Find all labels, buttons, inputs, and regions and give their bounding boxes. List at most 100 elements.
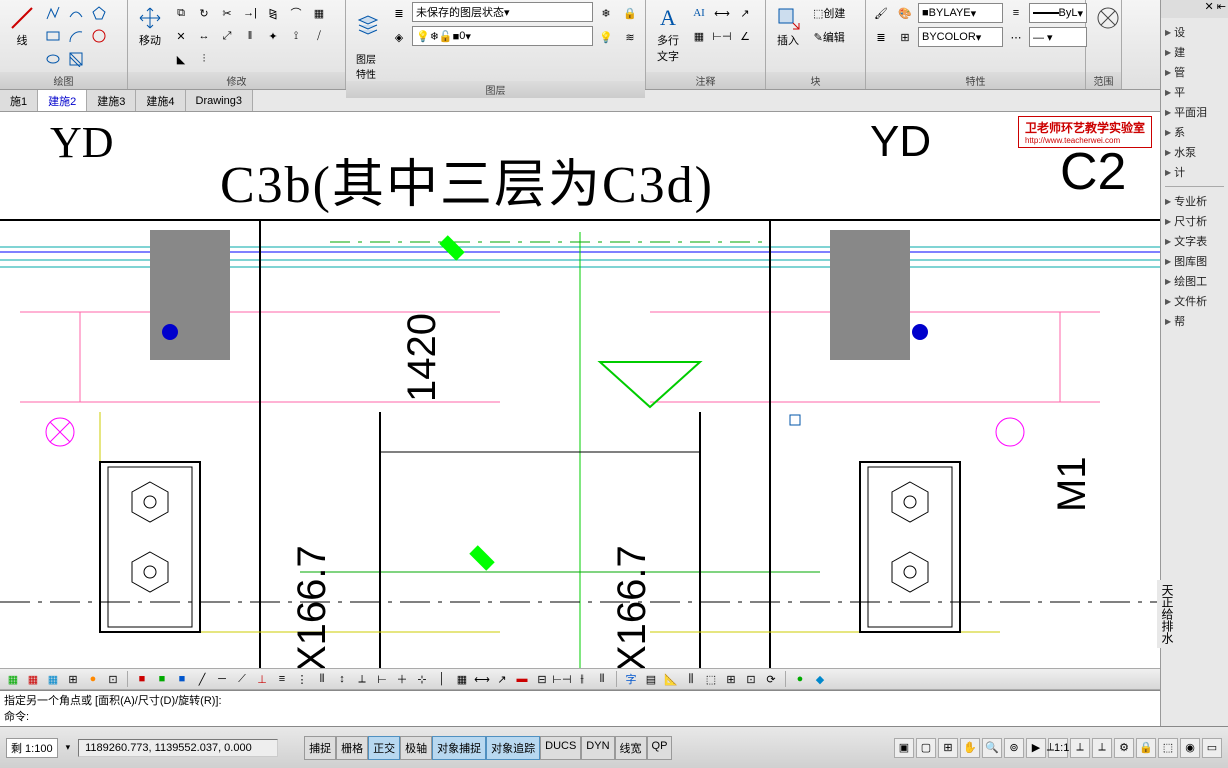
dock-btn-30[interactable]: ⫴ <box>593 670 611 688</box>
side-item-zhuanye[interactable]: 专业析 <box>1163 191 1226 211</box>
dock-btn-20[interactable]: ＋ <box>393 670 411 688</box>
dock-btn-34[interactable]: ⫼ <box>682 670 700 688</box>
dock-btn-1[interactable]: ▦ <box>4 670 22 688</box>
dock-btn-18[interactable]: ⟂ <box>353 670 371 688</box>
side-item-tuku[interactable]: 图库图 <box>1163 251 1226 271</box>
annoscale-button[interactable]: ⟂1:1 <box>1048 738 1068 758</box>
layer-off-button[interactable]: 💡 <box>595 26 617 48</box>
drawing-canvas[interactable]: YD C3b(其中三层为C3d) YD C2 1420 X166.7 X166.… <box>0 112 1160 668</box>
side-item-guan[interactable]: 管 <box>1163 62 1226 82</box>
dock-btn-8[interactable]: ■ <box>153 670 171 688</box>
side-item-jian[interactable]: 建 <box>1163 42 1226 62</box>
join-button[interactable]: ⟟ <box>285 25 307 47</box>
erase-button[interactable]: ✕ <box>170 25 192 47</box>
dock-btn-24[interactable]: ⟷ <box>473 670 491 688</box>
showmotion-button[interactable]: ▶ <box>1026 738 1046 758</box>
side-item-huitu[interactable]: 绘图工 <box>1163 271 1226 291</box>
side-panel-close[interactable]: ✕ ⇤ <box>1161 0 1228 18</box>
dock-btn-21[interactable]: ⊹ <box>413 670 431 688</box>
dock-btn-11[interactable]: ─ <box>213 670 231 688</box>
dock-btn-25[interactable]: ↗ <box>493 670 511 688</box>
array-button[interactable]: ▦ <box>308 2 330 24</box>
layer-match-button[interactable]: ≋ <box>619 26 641 48</box>
scale-button[interactable]: ⤢ <box>216 25 238 47</box>
dock-btn-33[interactable]: 📐 <box>662 670 680 688</box>
edit-block-button[interactable]: ✎ 编辑 <box>808 26 850 48</box>
dimangular-button[interactable]: ∠ <box>734 25 756 47</box>
mtext-button[interactable]: A 多行文字 <box>650 2 686 66</box>
annovis-button[interactable]: ⟂ <box>1070 738 1090 758</box>
chamfer-button[interactable]: ◣ <box>170 48 192 70</box>
mirror-button[interactable]: ⧎ <box>262 2 284 24</box>
doc-tab-5[interactable]: Drawing3 <box>186 90 253 111</box>
color-dropdown[interactable]: ■ BYLAYE▾ <box>918 3 1003 23</box>
align-button[interactable]: ⫶ <box>193 48 215 70</box>
dock-btn-19[interactable]: ⊢ <box>373 670 391 688</box>
side-item-she[interactable]: 设 <box>1163 22 1226 42</box>
dock-btn-7[interactable]: ■ <box>133 670 151 688</box>
lineweight-dropdown[interactable]: ByL▾ <box>1029 3 1087 23</box>
side-item-ping[interactable]: 平 <box>1163 82 1226 102</box>
polygon-button[interactable] <box>88 2 110 24</box>
dock-btn-31[interactable]: 字 <box>622 670 640 688</box>
steering-button[interactable]: ⊚ <box>1004 738 1024 758</box>
dock-btn-23[interactable]: ▦ <box>453 670 471 688</box>
modelspace-button[interactable]: ▣ <box>894 738 914 758</box>
dock-btn-32[interactable]: ▤ <box>642 670 660 688</box>
side-item-bang[interactable]: 帮 <box>1163 311 1226 331</box>
break-button[interactable]: ⧸ <box>308 25 330 47</box>
linetype-button[interactable]: ⋯ <box>1005 26 1027 48</box>
dock-btn-17[interactable]: ↕ <box>333 670 351 688</box>
toggle-dyn[interactable]: DYN <box>581 736 614 760</box>
explode-button[interactable]: ✦ <box>262 25 284 47</box>
trim-button[interactable]: ✂ <box>216 2 238 24</box>
dock-btn-35[interactable]: ⬚ <box>702 670 720 688</box>
linetype-icon-button[interactable]: ≡ <box>1005 2 1027 24</box>
dock-btn-10[interactable]: ╱ <box>193 670 211 688</box>
toggle-snap[interactable]: 捕捉 <box>304 736 336 760</box>
dock-btn-12[interactable]: ⟋ <box>233 670 251 688</box>
dock-btn-5[interactable]: ● <box>84 670 102 688</box>
insert-block-button[interactable]: 插入 <box>770 2 806 50</box>
dimension-button[interactable]: ⟷ <box>711 2 733 24</box>
linetype2-dropdown[interactable]: — ▾ <box>1029 27 1087 47</box>
dock-btn-37[interactable]: ⊡ <box>742 670 760 688</box>
dock-btn-3[interactable]: ▦ <box>44 670 62 688</box>
dimlinear-button[interactable]: ⊢⊣ <box>711 25 733 47</box>
copy-button[interactable]: ⧉ <box>170 2 192 24</box>
dock-btn-16[interactable]: ⫴ <box>313 670 331 688</box>
offset-button[interactable]: ‖ <box>239 25 261 47</box>
dock-btn-26[interactable]: ▬ <box>513 670 531 688</box>
arc-button[interactable] <box>65 25 87 47</box>
polyline-button[interactable] <box>42 2 64 24</box>
side-item-pingmian[interactable]: 平面泪 <box>1163 102 1226 122</box>
fillet-button[interactable]: ⌒ <box>285 2 307 24</box>
command-line[interactable]: 指定另一个角点或 [面积(A)/尺寸(D)/旋转(R)]: 命令: <box>0 690 1160 726</box>
toggle-polar[interactable]: 极轴 <box>400 736 432 760</box>
move-tool-button[interactable]: 移动 <box>132 2 168 50</box>
plotstyle-dropdown[interactable]: BYCOLOR ▾ <box>918 27 1003 47</box>
toggle-ortho[interactable]: 正交 <box>368 736 400 760</box>
layer-properties-button[interactable] <box>350 9 386 41</box>
layer-current-dropdown[interactable]: 💡❄🔓■ 0 ▾ <box>412 26 593 46</box>
match-props-button[interactable]: 🖌 <box>870 2 892 24</box>
spline-button[interactable] <box>65 2 87 24</box>
workspace-button[interactable]: ⚙ <box>1114 738 1134 758</box>
hwaccel-button[interactable]: ⬚ <box>1158 738 1178 758</box>
quickview-button[interactable]: ⊞ <box>938 738 958 758</box>
toggle-ducs[interactable]: DUCS <box>540 736 581 760</box>
dock-btn-4[interactable]: ⊞ <box>64 670 82 688</box>
toolbar-lock-button[interactable]: 🔒 <box>1136 738 1156 758</box>
dock-btn-29[interactable]: ⫲ <box>573 670 591 688</box>
toggle-grid[interactable]: 栅格 <box>336 736 368 760</box>
dock-btn-40[interactable]: ◆ <box>811 670 829 688</box>
scale-display[interactable]: 剩 1:100 <box>6 738 58 758</box>
isolate-button[interactable]: ◉ <box>1180 738 1200 758</box>
layer-state-dropdown[interactable]: 未保存的图层状态 ▾ <box>412 2 593 22</box>
doc-tab-2[interactable]: 建施2 <box>38 90 87 111</box>
scope-button[interactable] <box>1090 2 1126 34</box>
dock-btn-6[interactable]: ⊡ <box>104 670 122 688</box>
props-button[interactable]: ⊞ <box>894 26 916 48</box>
layer-state-button[interactable]: ≣ <box>388 2 410 24</box>
hatch-button[interactable] <box>65 48 87 70</box>
